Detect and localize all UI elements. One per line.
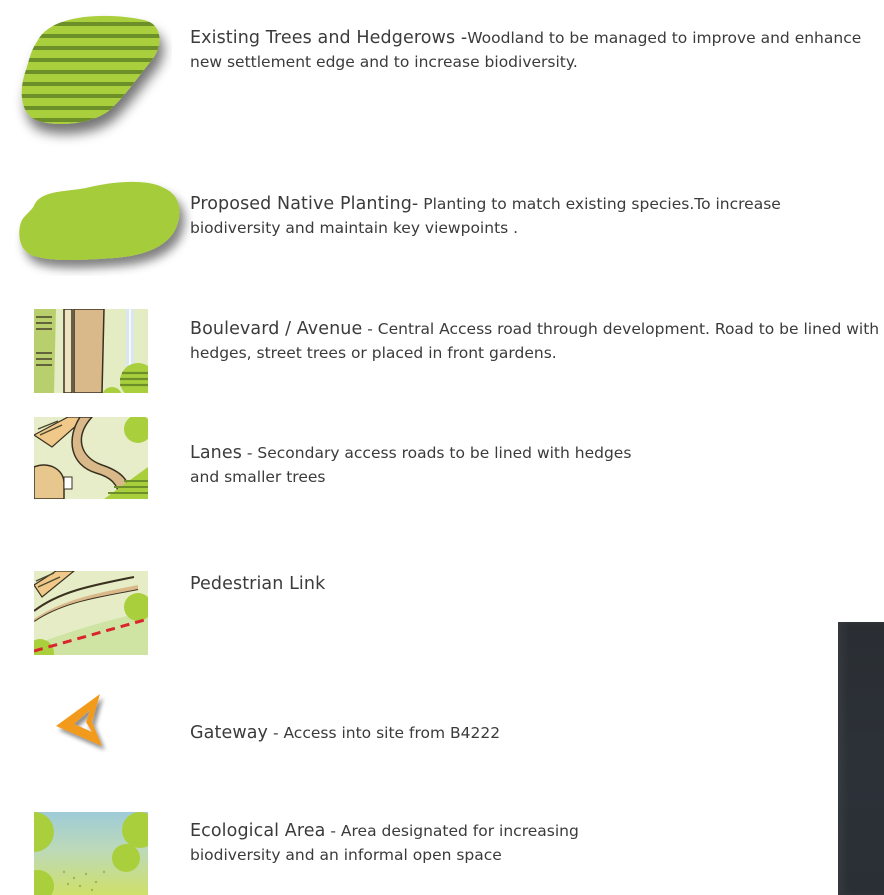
ecological-area-swatch-icon	[34, 812, 148, 895]
gateway-label: Gateway - Access into site from B4222	[190, 721, 690, 745]
native-planting-swatch-icon	[14, 176, 200, 276]
pedestrian-link-label: Pedestrian Link	[190, 572, 590, 596]
lanes-description: - Secondary access roads to be lined wit…	[190, 444, 632, 486]
gateway-description: - Access into site from B4222	[268, 724, 501, 742]
gateway-arrow-icon	[50, 690, 114, 760]
dark-side-panel	[838, 622, 884, 895]
lanes-heading: Lanes	[190, 443, 242, 463]
native-planting-label: Proposed Native Planting- Planting to ma…	[190, 192, 870, 240]
pedestrian-link-heading: Pedestrian Link	[190, 574, 326, 594]
existing-trees-heading: Existing Trees and Hedgerows -	[190, 28, 468, 48]
ecological-area-heading: Ecological Area	[190, 821, 326, 841]
boulevard-label: Boulevard / Avenue - Central Access road…	[190, 317, 880, 365]
lanes-label: Lanes - Secondary access roads to be lin…	[190, 441, 640, 489]
gateway-heading: Gateway	[190, 723, 269, 743]
pedestrian-link-swatch-icon	[34, 571, 148, 655]
boulevard-swatch-icon	[34, 309, 148, 393]
lanes-swatch-icon	[34, 417, 148, 499]
boulevard-heading: Boulevard / Avenue	[190, 319, 363, 339]
existing-trees-swatch-icon	[12, 8, 172, 158]
ecological-area-label: Ecological Area - Area designated for in…	[190, 819, 580, 867]
native-planting-heading: Proposed Native Planting-	[190, 194, 419, 214]
existing-trees-label: Existing Trees and Hedgerows -Woodland t…	[190, 26, 870, 74]
